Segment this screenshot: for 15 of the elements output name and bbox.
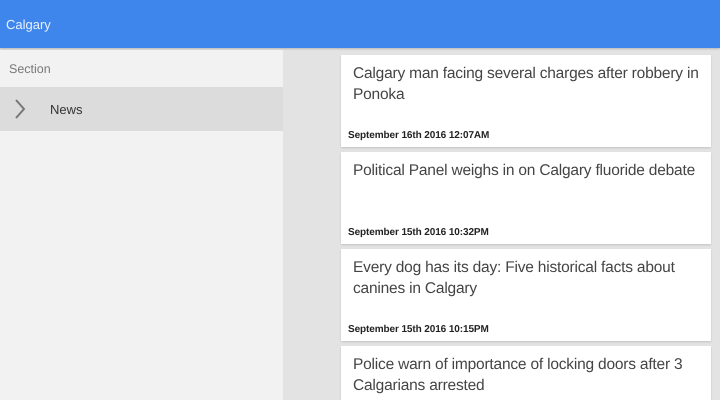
article-card[interactable]: Calgary man facing several charges after robbery in Ponoka September 16th 2016 12:07AM [341,55,711,147]
sidebar-item[interactable]: News [0,87,283,131]
chevron-right-icon [14,98,26,120]
article-title: Political Panel weighs in on Calgary fluoride debate [353,161,696,181]
article-date: September 15th 2016 10:32PM [348,227,490,238]
article-date: September 16th 2016 12:07AM [348,130,490,141]
article-date: September 15th 2016 10:15PM [348,324,490,335]
article-title: Calgary man facing several charges after robbery in Ponoka [353,64,700,105]
article-title: Every dog has its day: Five historical facts about canines in Calgary [353,258,676,299]
article-card[interactable]: Political Panel weighs in on Calgary fluoride debate September 15th 2016 10:32PM [341,152,711,244]
app-title: Calgary [6,16,51,32]
article-title: Police warn of importance of locking doors after 3 Calgarians arrested [353,355,684,396]
article-card[interactable]: Every dog has its day: Five historical facts about canines in Calgary September 15th 2016 10:15PM [341,249,711,341]
section-header: Section [8,60,52,78]
article-card[interactable]: Police warn of importance of locking doors after 3 Calgarians arrested [341,346,711,400]
